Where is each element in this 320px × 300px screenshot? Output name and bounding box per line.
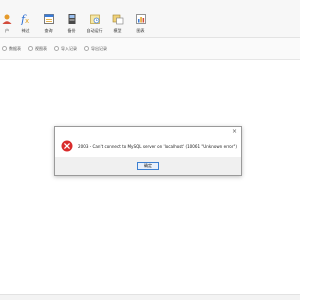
chart-icon [135, 14, 146, 24]
toolbar-backup-label: 备份 [67, 28, 76, 33]
error-message: 2003 - Can't connect to MySQL server on … [78, 143, 237, 149]
ok-button[interactable]: 确定 [137, 162, 159, 170]
toolbar-chart-button[interactable]: 图表 [129, 0, 152, 38]
dialog-close-button[interactable]: × [232, 128, 237, 135]
toolbar-model-label: 模型 [113, 28, 122, 33]
dialog-body: 2003 - Can't connect to MySQL server on … [55, 135, 241, 157]
dialog-footer: 确定 [55, 157, 241, 175]
user-icon [2, 14, 12, 24]
backup-icon [68, 14, 75, 24]
toolbar-user-button[interactable]: 户 [0, 0, 14, 38]
function-icon: f x [20, 13, 29, 25]
radio-icon [2, 46, 7, 51]
toolbar-function-label: 神过 [21, 28, 30, 33]
error-icon [61, 140, 73, 152]
toolbar-query-button[interactable]: 查询 [37, 0, 60, 38]
model-icon [112, 14, 123, 25]
tab-views-label: 视图表 [35, 45, 47, 51]
toolbar-schedule-button[interactable]: 自动运行 [83, 0, 106, 38]
tab-tables-label: 数据表 [9, 45, 21, 51]
tab-import-label: 导入记录 [61, 45, 77, 51]
svg-text:x: x [25, 17, 29, 25]
error-dialog: × 2003 - Can't connect to MySQL server o… [54, 126, 242, 176]
tab-export[interactable]: 导出记录 [84, 46, 107, 52]
radio-icon [54, 46, 59, 51]
toolbar-model-button[interactable]: 模型 [106, 0, 129, 38]
tab-export-label: 导出记录 [91, 45, 107, 51]
tab-import[interactable]: 导入记录 [54, 46, 77, 52]
tab-views[interactable]: 视图表 [28, 46, 47, 52]
toolbar-backup-button[interactable]: 备份 [60, 0, 83, 38]
main-toolbar: 户 f x 神过 查询 备份 自动运行 模型 图表 [0, 0, 300, 38]
radio-icon [28, 46, 33, 51]
toolbar-function-button[interactable]: f x 神过 [14, 0, 37, 38]
toolbar-query-label: 查询 [44, 28, 53, 33]
radio-icon [84, 46, 89, 51]
tab-tables[interactable]: 数据表 [2, 46, 21, 52]
toolbar-chart-label: 图表 [136, 28, 145, 33]
status-bar [0, 294, 300, 300]
object-tab-bar: 数据表 视图表 导入记录 导出记录 [0, 38, 300, 60]
toolbar-schedule-label: 自动运行 [86, 28, 103, 33]
schedule-icon [89, 14, 100, 24]
object-list-area [0, 61, 300, 293]
query-icon [43, 14, 54, 24]
toolbar-user-label: 户 [5, 28, 9, 33]
